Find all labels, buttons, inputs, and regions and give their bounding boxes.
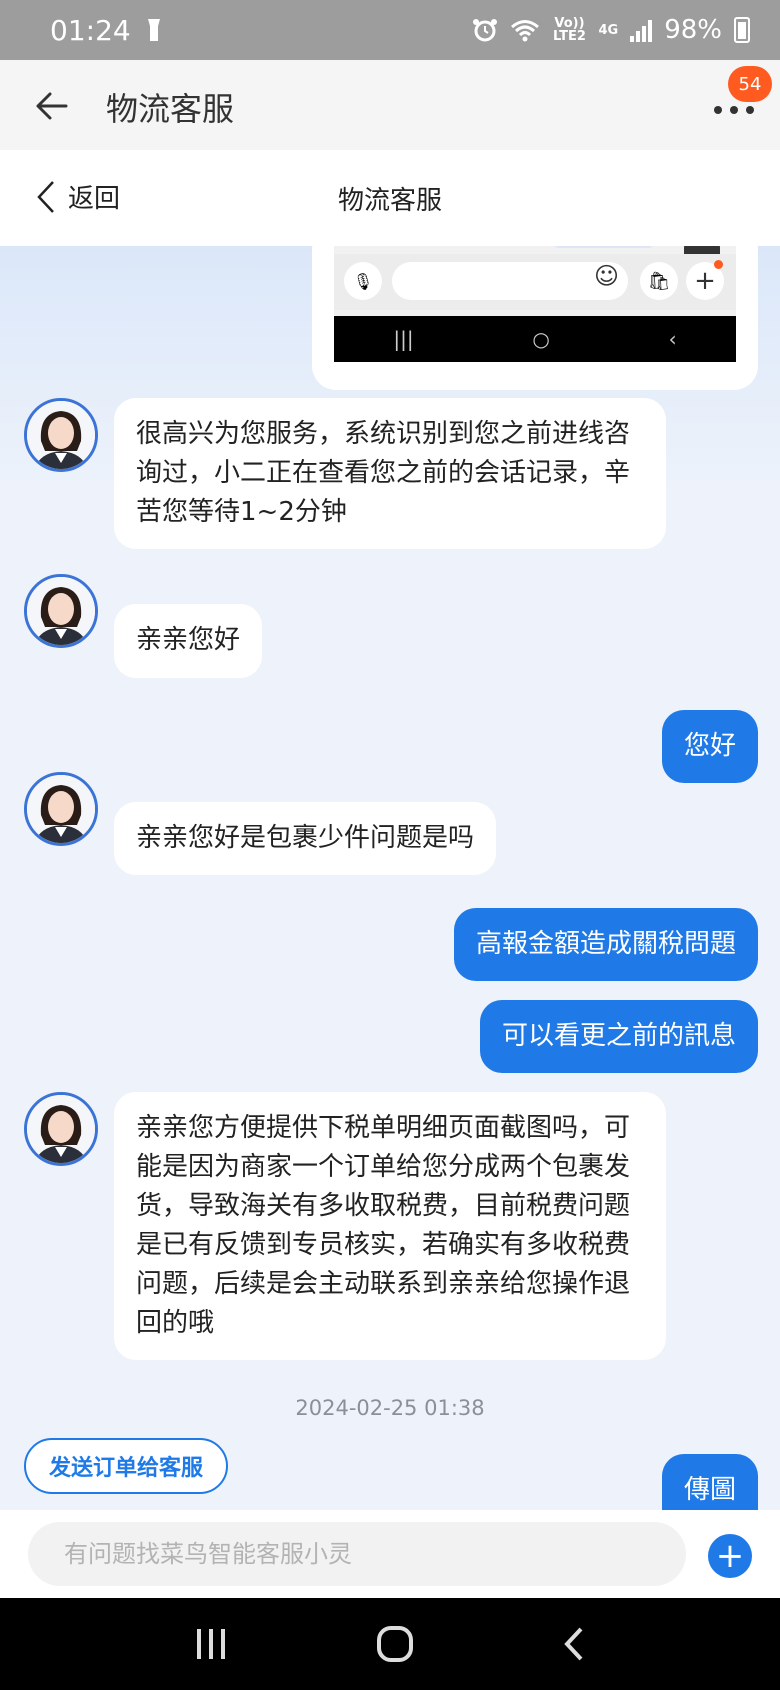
status-bar: 01:24 Vo)) LTE2 4G 98% [0, 0, 780, 60]
notification-badge: 54 [728, 66, 772, 102]
message-bubble: 可以看更之前的訊息 [479, 1000, 758, 1073]
agent-avatar-image [27, 577, 95, 645]
agent-avatar[interactable] [24, 1092, 98, 1166]
agent-avatar-image [27, 401, 95, 469]
agent-avatar-image [27, 1095, 95, 1163]
battery-icon [734, 17, 750, 43]
status-left: 01:24 [50, 14, 163, 47]
status-right: Vo)) LTE2 4G 98% [472, 15, 750, 45]
back-icon[interactable] [561, 1626, 587, 1662]
add-button[interactable]: + [708, 1534, 752, 1578]
thumbnail-home-icon: ○ [532, 327, 550, 351]
agent-avatar[interactable] [24, 574, 98, 648]
network-label: 4G [598, 22, 619, 38]
message-bubble: 高報金額造成關稅問題 [453, 908, 758, 981]
message-bubble: 亲亲您方便提供下税单明细页面截图吗，可能是因为商家一个订单给您分成两个包裹发货，… [114, 1092, 666, 1360]
thumbnail-dot [714, 260, 723, 269]
more-icon[interactable] [712, 100, 756, 120]
sent-image-card[interactable]: 🎙 ☺ 🛍 + ||| ○ ‹ [312, 246, 758, 390]
message-bubble: 亲亲您好是包裹少件问题是吗 [114, 802, 497, 875]
page-title: 物流客服 [106, 90, 235, 128]
volte-label: Vo)) LTE2 [553, 16, 586, 44]
thumbnail-bag-icon: 🛍 [640, 262, 678, 300]
thumbnail-back-icon: ‹ [668, 327, 677, 351]
thumbnail-nav-bar: ||| ○ ‹ [334, 316, 736, 362]
status-time: 01:24 [50, 13, 131, 47]
chat-title: 物流客服 [337, 186, 442, 216]
message-timestamp: 2024-02-25 01:38 [295, 1396, 485, 1420]
input-bar: + [0, 1510, 780, 1598]
sent-image-thumbnail: 🎙 ☺ 🛍 + ||| ○ ‹ [334, 246, 736, 362]
chat-area[interactable]: 🎙 ☺ 🛍 + ||| ○ ‹ 很高兴为您服务，系统识别到您之前进线咨询过，小二… [0, 246, 780, 1510]
battery-percent: 98% [664, 15, 722, 45]
thumbnail-recents-icon: ||| [393, 327, 414, 351]
agent-avatar[interactable] [24, 398, 98, 472]
message-input[interactable] [28, 1522, 686, 1586]
message-bubble: 您好 [661, 710, 758, 783]
thumbnail-strip [554, 246, 654, 248]
signal-icon [630, 18, 653, 42]
send-order-button[interactable]: 发送订单给客服 [24, 1438, 228, 1494]
app-header: 物流客服 54 [0, 60, 780, 150]
flashlight-icon [147, 19, 160, 41]
agent-avatar-image [27, 775, 95, 843]
home-icon[interactable] [375, 1624, 415, 1664]
recents-icon[interactable] [193, 1627, 229, 1661]
back-arrow-icon[interactable] [32, 86, 72, 126]
message-bubble: 亲亲您好 [114, 604, 263, 678]
message-bubble: 很高兴为您服务，系统识别到您之前进线咨询过，小二正在查看您之前的会话记录，辛苦您… [114, 398, 666, 549]
thumbnail-mic-icon: 🎙 [344, 262, 382, 300]
system-nav-bar [0, 1598, 780, 1690]
agent-avatar[interactable] [24, 772, 98, 846]
alarm-icon [473, 19, 498, 42]
message-bubble: 傳圖 [661, 1454, 758, 1510]
sub-header: 返回 物流客服 [0, 150, 780, 246]
thumbnail-smile-icon: ☺ [594, 262, 620, 290]
wifi-icon [511, 20, 540, 42]
thumbnail-input [392, 262, 628, 300]
